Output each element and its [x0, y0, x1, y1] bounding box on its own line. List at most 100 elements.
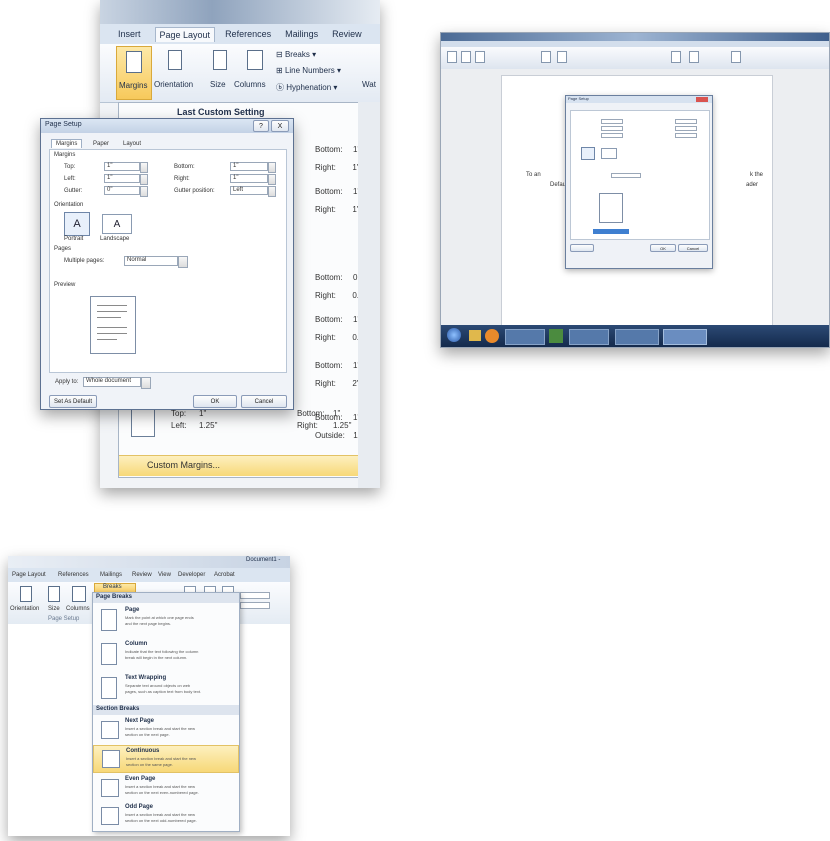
bottom-input[interactable]: 1": [230, 162, 268, 171]
margin-preset-row[interactable]: Bottom: 1" Right: 2": [315, 355, 360, 391]
tab-page-layout[interactable]: Page Layout: [12, 572, 46, 578]
custom-margins-item[interactable]: Custom Margins...: [119, 455, 359, 476]
close-button[interactable]: [696, 97, 708, 102]
columns-button[interactable]: Columns: [234, 80, 266, 89]
menu-item-column[interactable]: Column Indicate that the text following …: [93, 639, 239, 669]
margin-input[interactable]: [675, 126, 697, 131]
spacing-input[interactable]: [240, 602, 270, 609]
apply-to-select[interactable]: [593, 229, 629, 234]
tab-insert[interactable]: Insert: [118, 29, 141, 39]
menu-item-next-page[interactable]: Next Page Insert a section break and sta…: [93, 717, 239, 743]
top-input[interactable]: 1": [104, 162, 140, 171]
apply-to-select[interactable]: Whole document: [83, 377, 141, 387]
right-input[interactable]: 1": [230, 174, 268, 183]
hyphenation-button[interactable]: ⓑ Hyphenation ▾: [276, 82, 337, 93]
tab-references[interactable]: References: [225, 29, 271, 39]
tab-margins[interactable]: Margins: [51, 139, 83, 148]
size-button[interactable]: Size: [48, 606, 60, 612]
set-as-default-button[interactable]: [570, 244, 594, 252]
tab-review[interactable]: Review: [332, 29, 362, 39]
taskbar-icon[interactable]: [549, 329, 563, 343]
tab-view[interactable]: View: [158, 572, 171, 578]
taskbar-icon[interactable]: [469, 330, 481, 341]
menu-item-desc: section on the next even-numbered page.: [125, 790, 199, 795]
tab-paper[interactable]: Paper: [89, 140, 113, 148]
tab-mailings[interactable]: Mailings: [100, 572, 122, 578]
menu-item-title: Odd Page: [125, 804, 154, 810]
preset-right-label: Right:: [315, 291, 336, 300]
tab-acrobat[interactable]: Acrobat: [214, 572, 235, 578]
gutter-spinner[interactable]: [140, 186, 148, 197]
dialog-title: Page Setup: [45, 121, 82, 128]
tab-layout[interactable]: Layout: [119, 140, 145, 148]
landscape-button[interactable]: [601, 148, 617, 159]
margin-input[interactable]: [675, 133, 697, 138]
right-spinner[interactable]: [268, 174, 276, 185]
menu-item-title: Page: [125, 607, 140, 613]
spacing-input[interactable]: [240, 592, 270, 599]
tab-review[interactable]: Review: [132, 572, 152, 578]
tab-references[interactable]: References: [58, 572, 89, 578]
columns-button[interactable]: Columns: [66, 606, 90, 612]
multiple-pages-select[interactable]: [611, 173, 641, 178]
margins-button[interactable]: Margins: [116, 46, 152, 100]
tab-mailings[interactable]: Mailings: [285, 29, 318, 39]
size-button[interactable]: Size: [210, 80, 226, 89]
window-titlebar: Document1 -: [8, 556, 290, 568]
bottom-spinner[interactable]: [268, 162, 276, 173]
top-spinner[interactable]: [140, 162, 148, 173]
tab-page-layout[interactable]: Page Layout: [154, 26, 216, 42]
taskbar-window-button[interactable]: [663, 329, 707, 345]
cancel-button[interactable]: Cancel: [678, 244, 708, 252]
margin-preset-row[interactable]: Bottom: 1" Right: 1": [315, 181, 360, 217]
tab-developer[interactable]: Developer: [178, 572, 205, 578]
multiple-pages-dropdown-arrow[interactable]: [178, 256, 188, 268]
gutter-position-dropdown-arrow[interactable]: [268, 186, 276, 197]
start-button-icon[interactable]: [447, 328, 461, 342]
margin-input[interactable]: [601, 133, 623, 138]
ok-button[interactable]: OK: [193, 395, 237, 408]
taskbar-window-button[interactable]: [615, 329, 659, 345]
taskbar-icon[interactable]: [485, 329, 499, 343]
close-button[interactable]: X: [271, 120, 289, 132]
menu-item-desc: Insert a section break and start the new: [126, 756, 197, 761]
menu-item-page[interactable]: Page Mark the point at which one page en…: [93, 605, 239, 635]
last-custom-setting[interactable]: Last Custom Setting: [177, 107, 265, 117]
apply-to-dropdown-arrow[interactable]: [141, 377, 151, 389]
menu-item-odd-page[interactable]: Odd Page Insert a section break and star…: [93, 803, 239, 829]
help-button[interactable]: ?: [253, 120, 269, 132]
portrait-button[interactable]: [581, 147, 595, 160]
watermark-button[interactable]: Wat: [362, 80, 376, 89]
margin-input[interactable]: [675, 119, 697, 124]
taskbar-window-button[interactable]: [505, 329, 545, 345]
taskbar-window-button[interactable]: [569, 329, 609, 345]
cancel-button[interactable]: Cancel: [241, 395, 287, 408]
gutter-position-label: Gutter position:: [174, 188, 215, 194]
margin-preset-row[interactable]: Bottom: 1" Right: 1": [315, 139, 360, 175]
left-input[interactable]: 1": [104, 174, 140, 183]
section-breaks-header: Section Breaks: [93, 705, 239, 715]
set-as-default-button[interactable]: Set As Default: [49, 395, 97, 408]
menu-item-text-wrapping[interactable]: Text Wrapping Separate text around objec…: [93, 673, 239, 703]
gutter-position-select[interactable]: Left: [230, 186, 268, 195]
margin-preset-row[interactable]: Top: 1" Left: 1.25" Bottom: 1" Right: 1.…: [125, 405, 355, 441]
breaks-button[interactable]: ⊟ Breaks ▾: [276, 50, 316, 59]
menu-item-even-page[interactable]: Even Page Insert a section break and sta…: [93, 775, 239, 801]
landscape-button[interactable]: A: [102, 214, 132, 234]
margin-input[interactable]: [601, 126, 623, 131]
ribbon-tab-bar: Page Layout References Mailings Review V…: [8, 568, 290, 582]
ribbon-icon: [557, 51, 567, 63]
preset-right-label: Right:: [315, 205, 336, 214]
orientation-button[interactable]: Orientation: [154, 80, 193, 89]
gutter-input[interactable]: 0": [104, 186, 140, 195]
orientation-button[interactable]: Orientation: [10, 606, 39, 612]
left-spinner[interactable]: [140, 174, 148, 185]
margin-input[interactable]: [601, 119, 623, 124]
portrait-button[interactable]: A: [64, 212, 90, 236]
multiple-pages-select[interactable]: Normal: [124, 256, 178, 266]
ok-button[interactable]: OK: [650, 244, 676, 252]
menu-item-continuous[interactable]: Continuous Insert a section break and st…: [93, 745, 239, 773]
ribbon-body: Margins Orientation Size Columns ⊟ Break…: [100, 44, 380, 103]
line-numbers-button[interactable]: ⊞ Line Numbers ▾: [276, 66, 341, 75]
menu-item-title: Continuous: [126, 748, 160, 754]
